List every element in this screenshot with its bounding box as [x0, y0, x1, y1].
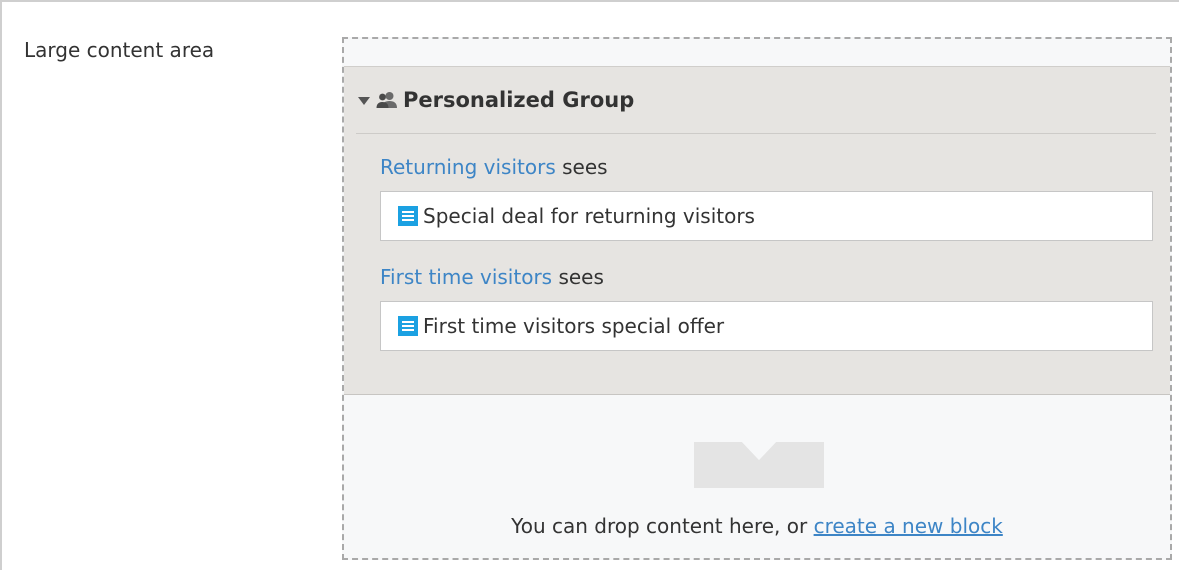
group-divider: [356, 133, 1156, 134]
variant-suffix: sees: [552, 265, 604, 289]
block-icon: [398, 206, 418, 226]
variant-label-first-time: First time visitors sees: [380, 265, 604, 289]
editor-frame: Large content area Personalized Group Re…: [0, 0, 1179, 570]
field-label: Large content area: [24, 38, 215, 62]
create-block-link[interactable]: create a new block: [814, 514, 1003, 538]
drop-arrow-icon: [694, 442, 824, 488]
content-area[interactable]: Personalized Group Returning visitors se…: [342, 37, 1172, 560]
block-name: Special deal for returning visitors: [423, 204, 755, 228]
triangle-down-icon[interactable]: [358, 96, 370, 105]
users-icon: [376, 92, 397, 108]
block-name: First time visitors special offer: [423, 314, 725, 338]
personalized-group[interactable]: Personalized Group Returning visitors se…: [344, 66, 1170, 395]
variant-label-returning: Returning visitors sees: [380, 155, 608, 179]
audience-link-returning[interactable]: Returning visitors: [380, 155, 556, 179]
variant-block-first-time[interactable]: First time visitors special offer: [380, 301, 1153, 351]
drop-hint: You can drop content here, or: [511, 514, 814, 538]
variant-block-returning[interactable]: Special deal for returning visitors: [380, 191, 1153, 241]
variant-suffix: sees: [555, 155, 608, 179]
block-icon: [398, 316, 418, 336]
audience-link-first-time[interactable]: First time visitors: [380, 265, 552, 289]
group-title: Personalized Group: [403, 88, 635, 112]
group-header[interactable]: Personalized Group: [358, 85, 634, 115]
drop-zone-text: You can drop content here, or create a n…: [344, 514, 1170, 538]
